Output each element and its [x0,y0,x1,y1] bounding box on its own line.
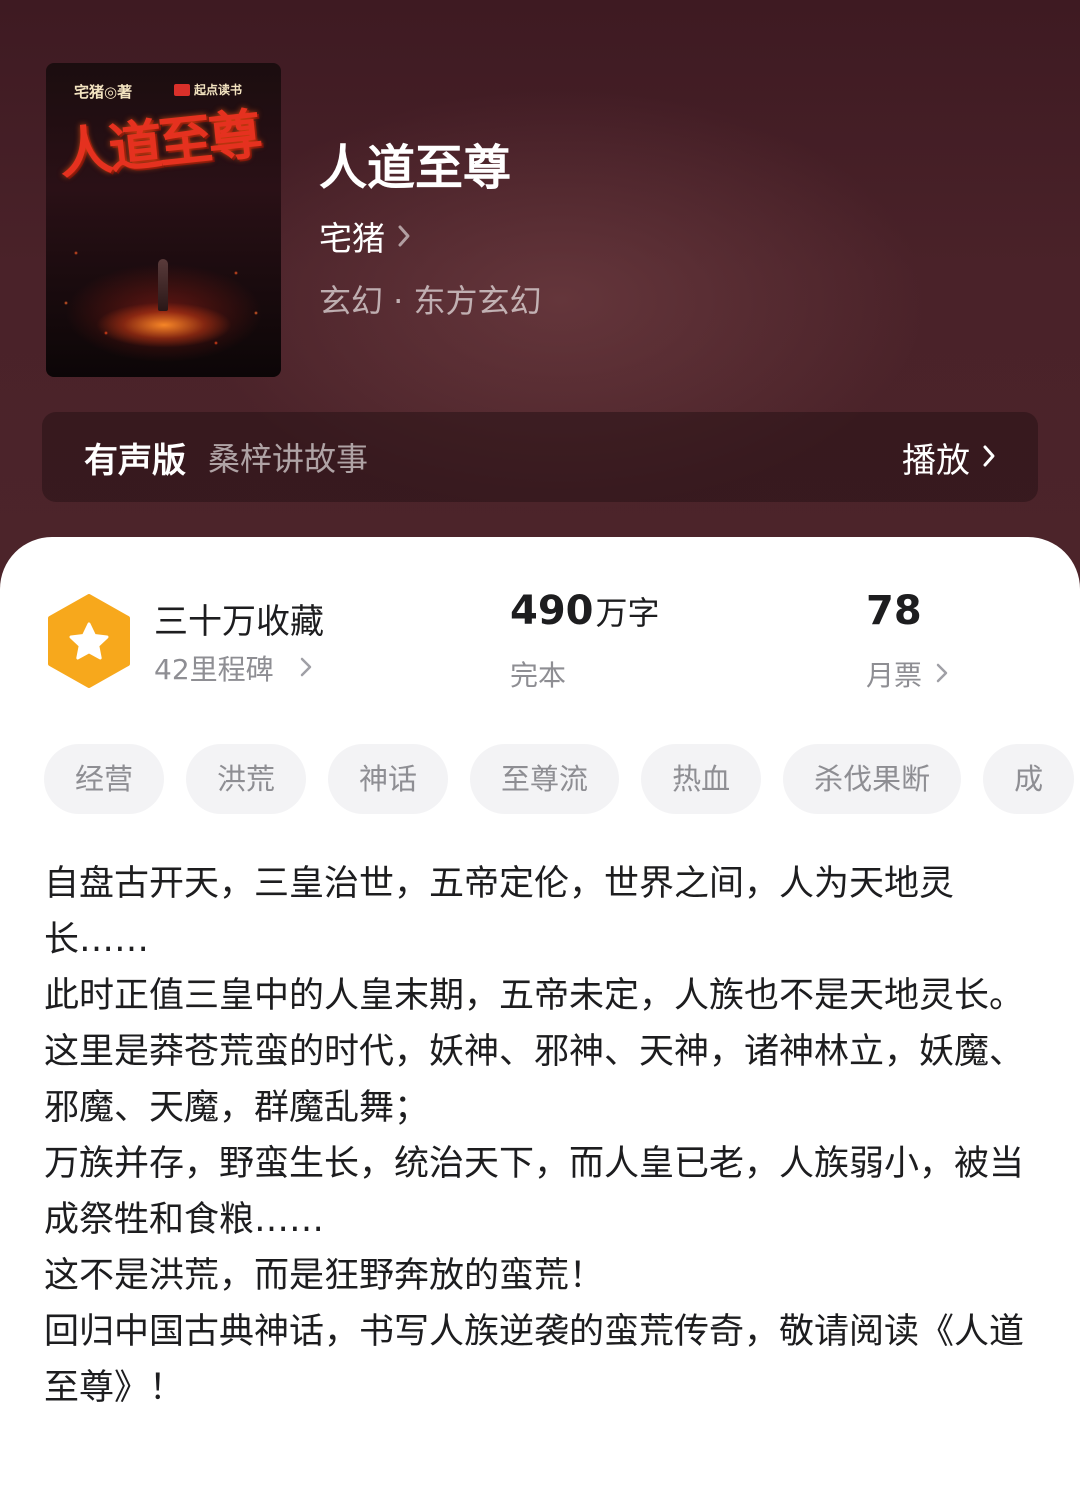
audio-narrator: 桑梓讲故事 [208,440,369,478]
word-count-unit: 万字 [595,594,660,632]
audio-version-label: 有声版 [84,440,186,481]
book-genre: 玄幻 · 东方玄幻 [319,282,542,320]
cover-title-art: 人道至尊 [55,101,262,187]
favorites-count: 三十万收藏 [154,602,324,642]
word-count-value: 490 [510,588,594,634]
word-count: 490 万字 [510,588,660,634]
author-link[interactable]: 宅猪 [319,212,411,260]
book-cover[interactable]: 宅猪◎著 起点读书 人道至尊 [46,63,281,377]
description-paragraph: 这里是莽苍荒蛮的时代，妖神、邪神、天神，诸神林立，妖魔、邪魔、天魔，群魔乱舞； [44,1032,1025,1128]
tag-list: 经营 洪荒 神话 至尊流 热血 杀伐果断成 [44,744,1080,816]
monthly-votes-label: 月票 [866,659,923,692]
completion-status: 完本 [510,659,567,692]
tag-chip[interactable]: 经营 [44,744,165,814]
author-name: 宅猪 [319,219,385,258]
description-paragraph: 回归中国古典神话，书写人族逆袭的蛮荒传奇，敬请阅读《人道至尊》！ [44,1312,1025,1408]
description-paragraph: 这不是洪荒，而是狂野奔放的蛮荒！ [44,1256,605,1296]
play-button[interactable]: 播放 [902,433,996,482]
description-paragraph: 自盘古开天，三皇治世，五帝定伦，世界之间，人为天地灵长…… [44,864,955,960]
tag-chip[interactable]: 杀伐果断 [783,744,962,814]
tag-chip[interactable]: 神话 [328,744,449,814]
tag-chip[interactable]: 至尊流 [470,744,620,814]
chevron-right-icon [982,437,996,477]
tag-chip[interactable]: 成 [983,744,1075,814]
chevron-right-icon [936,658,948,691]
cover-author-mark: 宅猪◎著 [74,83,133,101]
star-badge-icon [46,594,132,688]
monthly-votes-link[interactable]: 月票 [866,654,948,694]
book-title: 人道至尊 [319,140,512,196]
milestones-link[interactable]: 42里程碑 [154,648,312,688]
description-paragraph: 万族并存，野蛮生长，统治天下，而人皇已老，人族弱小，被当成祭牲和食粮…… [44,1144,1025,1240]
monthly-votes-count: 78 [866,588,922,634]
milestones-label: 42里程碑 [154,653,274,686]
chevron-right-icon [397,217,411,256]
chevron-right-icon [300,652,312,685]
book-description: 自盘古开天，三皇治世，五帝定伦，世界之间，人为天地灵长…… 此时正值三皇中的人皇… [44,856,1034,1416]
audio-version-bar[interactable]: 有声版 桑梓讲故事 播放 [42,412,1038,502]
tag-chip[interactable]: 洪荒 [186,744,307,814]
tag-chip[interactable]: 热血 [641,744,762,814]
cover-figure [158,259,168,311]
description-paragraph: 此时正值三皇中的人皇末期，五帝未定，人族也不是天地灵长。 [44,976,1025,1016]
play-label: 播放 [902,440,970,481]
publisher-logo-icon [174,83,190,96]
